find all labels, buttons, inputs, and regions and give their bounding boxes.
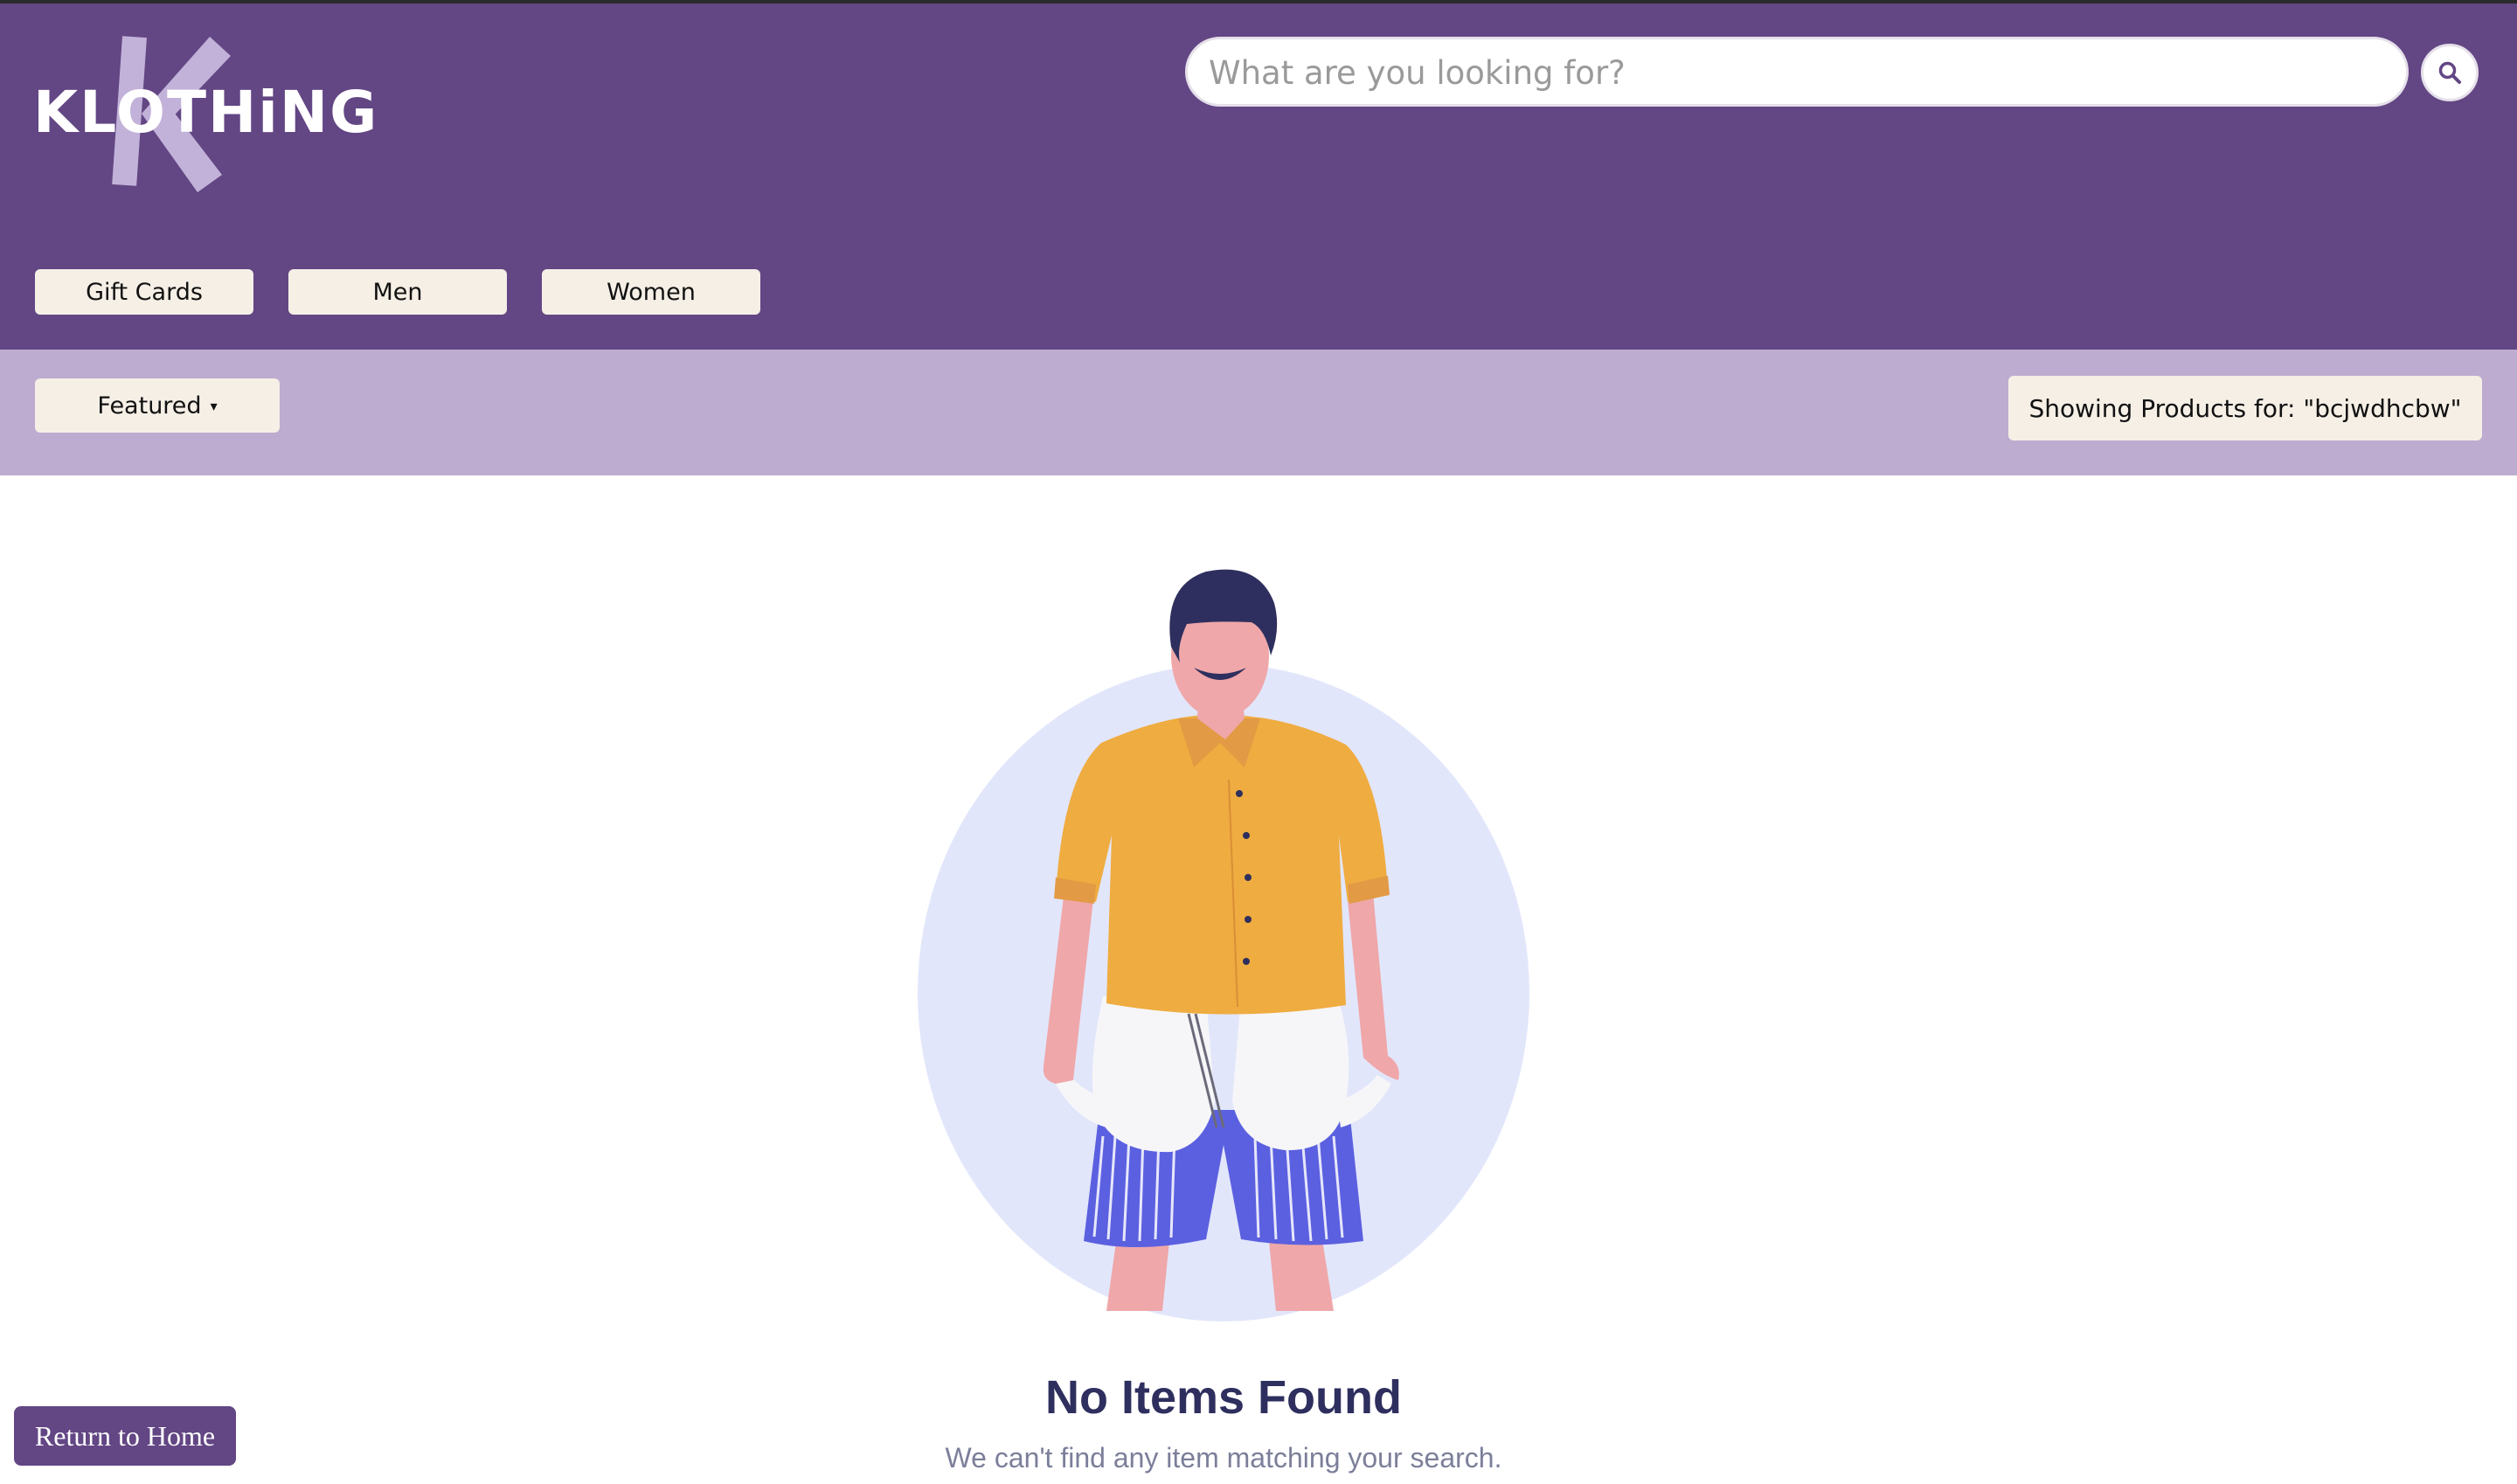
empty-pockets-illustration — [918, 569, 1529, 1321]
sort-label: Featured — [97, 392, 202, 420]
category-men-button[interactable]: Men — [288, 269, 507, 315]
category-women-button[interactable]: Women — [542, 269, 760, 315]
right-pocket — [1232, 996, 1349, 1151]
klothing-logo[interactable]: KLOTHiNG — [33, 33, 379, 199]
search-button[interactable] — [2421, 44, 2479, 101]
search-icon — [2438, 61, 2461, 84]
category-gift-cards-button[interactable]: Gift Cards — [35, 269, 253, 315]
search-field[interactable] — [1185, 37, 2409, 107]
logo-wordmark: KLOTHiNG — [33, 79, 379, 146]
empty-state-subtitle: We can't find any item matching your sea… — [945, 1442, 1502, 1474]
chevron-down-icon: ▾ — [210, 397, 218, 414]
sort-dropdown[interactable]: Featured ▾ — [35, 378, 280, 433]
search-query-badge: Showing Products for: "bcjwdhcbw" — [2008, 376, 2482, 440]
search-input[interactable] — [1207, 39, 2382, 106]
empty-state-title: No Items Found — [1045, 1371, 1402, 1424]
return-home-button[interactable]: Return to Home — [14, 1406, 236, 1466]
